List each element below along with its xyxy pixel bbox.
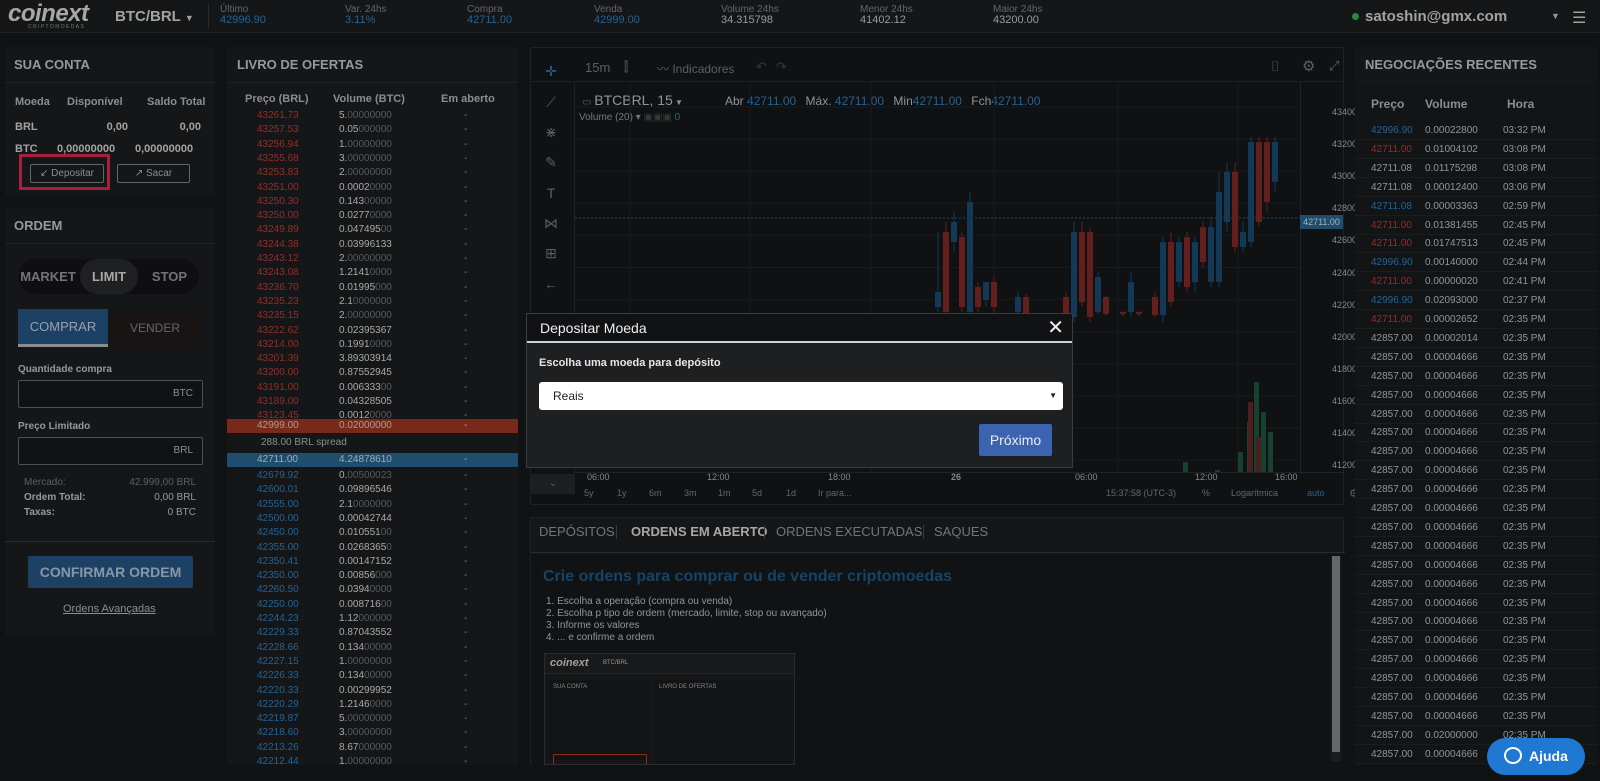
currency-select-label: Escolha uma moeda para depósito	[539, 357, 721, 369]
help-button[interactable]: Ajuda	[1487, 738, 1585, 775]
next-button[interactable]: Próximo	[979, 424, 1052, 456]
help-label: Ajuda	[1529, 748, 1568, 764]
close-icon[interactable]: ✕	[1047, 316, 1064, 340]
currency-select[interactable]: Reais ▼	[539, 382, 1063, 410]
chat-bubble-icon	[1504, 747, 1522, 764]
modal-title: Depositar Moeda	[540, 320, 647, 336]
currency-select-value: Reais	[553, 389, 584, 403]
chevron-down-icon: ▼	[1049, 391, 1057, 400]
deposit-modal: Depositar Moeda ✕ Escolha uma moeda para…	[526, 313, 1073, 468]
modal-header: Depositar Moeda	[527, 314, 1072, 343]
